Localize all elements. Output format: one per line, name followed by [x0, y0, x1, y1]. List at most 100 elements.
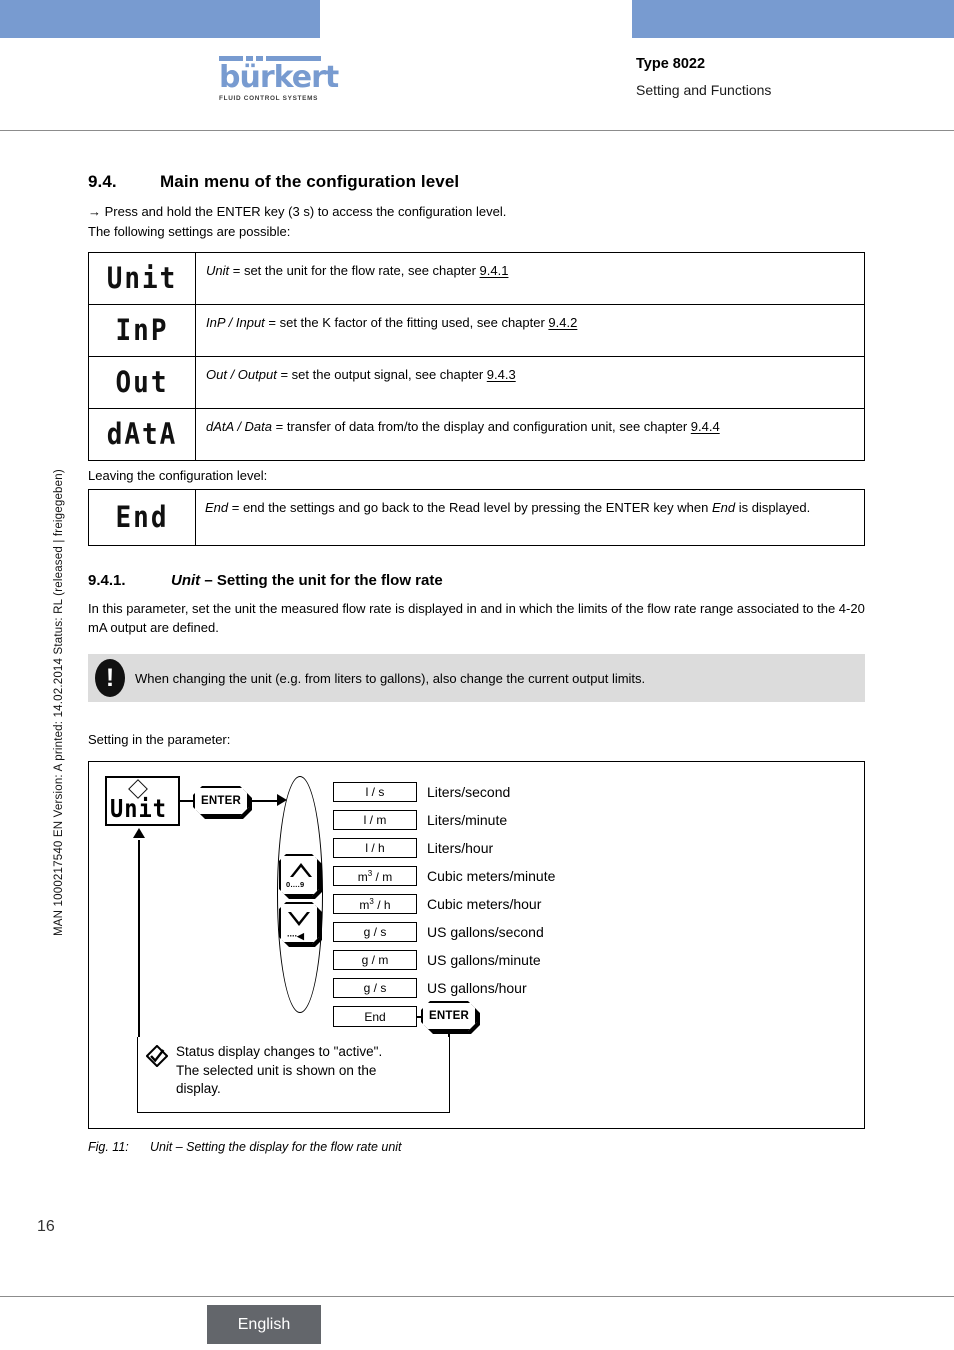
leaving-level-label: Leaving the configuration level:	[88, 468, 268, 483]
description-cell-inp: InP / Input = set the K factor of the fi…	[195, 304, 865, 357]
lcd-cell-inp: InP	[88, 304, 196, 357]
chapter-xref[interactable]: 9.4.1	[480, 263, 509, 278]
subsection-paragraph: In this parameter, set the unit the meas…	[88, 601, 865, 635]
unit-code: g / s	[363, 981, 387, 995]
setting-parameter-label: Setting in the parameter:	[88, 732, 231, 747]
status-line-2: The selected unit is shown on the	[176, 1062, 377, 1078]
lcd-cell-unit: Unit	[88, 252, 196, 305]
lcd-display-text: Unit	[110, 795, 167, 824]
lcd-display-box: Unit	[105, 776, 180, 826]
unit-label-6: US gallons/minute	[427, 952, 541, 968]
page-number: 16	[37, 1218, 55, 1235]
unit-sup: 3	[369, 896, 374, 906]
description-cell-data: dAtA / Data = transfer of data from/to t…	[195, 408, 865, 461]
menu-desc: = transfer of data from/to the display a…	[272, 419, 691, 434]
enter-button-bottom[interactable]: ENTER	[421, 1001, 477, 1031]
lcd-cell-data: dAtA	[88, 408, 196, 461]
unit-code: l / m	[363, 813, 387, 827]
enter-button-top[interactable]: ENTER	[193, 786, 249, 816]
figure-caption: Fig. 11: Unit – Setting the display for t…	[88, 1140, 874, 1154]
section-number: 9.4.	[88, 172, 117, 191]
table-row: Out Out / Output = set the output signal…	[88, 356, 865, 409]
section-intro-line1: → Press and hold the ENTER key (3 s) to …	[88, 204, 507, 219]
language-badge: English	[207, 1305, 321, 1344]
lcd-text: End	[115, 500, 169, 535]
unit-code: g / s	[363, 925, 387, 939]
section-heading: 9.4. Main menu of the configuration level	[88, 172, 874, 192]
note-text: When changing the unit (e.g. from liters…	[135, 670, 646, 686]
figure-caption-text: Unit – Setting the display for the flow …	[150, 1140, 402, 1154]
arrow-up-icon	[133, 828, 145, 838]
note-box: ! When changing the unit (e.g. from lite…	[88, 654, 865, 702]
nav-up-label: 0....9	[286, 880, 305, 889]
menu-desc: = set the output signal, see chapter	[276, 367, 487, 382]
figure-caption-label: Fig. 11:	[88, 1140, 129, 1154]
menu-desc-end: is displayed.	[735, 500, 811, 515]
subsection-number: 9.4.1.	[88, 572, 126, 589]
description-cell-end: End = end the settings and go back to th…	[195, 489, 865, 546]
document-page: bürkert FLUID CONTROL SYSTEMS Type 8022 …	[0, 0, 954, 1350]
description-cell-out: Out / Output = set the output signal, se…	[195, 356, 865, 409]
menu-term-2: End	[711, 500, 736, 515]
figure-diagram: Unit ENTER 0....9 ····◀ l / s Liters/sec…	[88, 761, 865, 1129]
table-row: dAtA dAtA / Data = transfer of data from…	[88, 408, 865, 461]
unit-label-0: Liters/second	[427, 784, 511, 800]
status-note-box: Status display changes to "active". The …	[137, 1037, 450, 1113]
subsection-heading: 9.4.1. Unit – Setting the unit for the fl…	[88, 572, 874, 589]
unit-sup: 3	[367, 868, 373, 878]
end-menu-table: End End = end the settings and go back t…	[88, 489, 865, 546]
description-cell-unit: Unit = set the unit for the flow rate, s…	[195, 252, 865, 305]
sidebar-document-reference: MAN 1000217540 EN Version: A printed: 14…	[53, 469, 65, 936]
configuration-menu-table: Unit Unit = set the unit for the flow ra…	[88, 252, 865, 461]
unit-box-0[interactable]: l / s	[333, 782, 417, 802]
unit-box-1[interactable]: l / m	[333, 810, 417, 830]
unit-box-7[interactable]: g / s	[333, 978, 417, 998]
unit-code: g / m	[361, 953, 389, 967]
unit-code: l / h	[365, 841, 385, 855]
nav-up-key[interactable]: 0....9	[279, 854, 319, 896]
exclamation-icon: !	[93, 658, 127, 698]
connector-line	[180, 800, 195, 803]
unit-box-5[interactable]: g / s	[333, 922, 417, 942]
check-diamond-icon	[146, 1045, 168, 1067]
unit-code: l / s	[365, 785, 385, 799]
subsection-title-rest: – Setting the unit for the flow rate	[200, 572, 443, 589]
menu-desc: = end the settings and go back to the Re…	[228, 500, 712, 515]
lcd-text: Out	[115, 365, 169, 400]
lcd-cell-end: End	[88, 489, 196, 546]
unit-label-4: Cubic meters/hour	[427, 896, 542, 912]
nav-down-key[interactable]: ····◀	[279, 902, 319, 944]
subsection-title-italic: Unit	[171, 572, 201, 589]
menu-term: Out / Output	[206, 367, 277, 382]
unit-label-1: Liters/minute	[427, 812, 508, 828]
unit-label-3: Cubic meters/minute	[427, 868, 556, 884]
end-box[interactable]: End	[333, 1006, 417, 1027]
status-note-text: Status display changes to "active". The …	[176, 1043, 444, 1099]
status-line-1: Status display changes to "active".	[176, 1044, 383, 1059]
nav-down-label: ····◀	[287, 931, 304, 941]
section-intro-line2: The following settings are possible:	[88, 224, 291, 239]
section-title: Main menu of the configuration level	[160, 172, 460, 191]
table-row: End End = end the settings and go back t…	[88, 489, 865, 546]
unit-label-5: US gallons/second	[427, 924, 544, 940]
menu-term: dAtA / Data	[206, 419, 272, 434]
chapter-xref[interactable]: 9.4.4	[691, 419, 720, 434]
unit-box-3[interactable]: m3 / m	[333, 866, 417, 886]
unit-box-2[interactable]: l / h	[333, 838, 417, 858]
table-row: Unit Unit = set the unit for the flow ra…	[88, 252, 865, 305]
lcd-text: Unit	[106, 261, 178, 296]
main-content: 9.4. Main menu of the configuration level…	[88, 0, 874, 1154]
lcd-text: InP	[115, 313, 169, 348]
status-line-3: display.	[176, 1081, 221, 1096]
menu-term: Unit	[206, 263, 230, 278]
unit-label-7: US gallons/hour	[427, 980, 527, 996]
menu-desc: = set the K factor of the fitting used, …	[264, 315, 549, 330]
menu-desc: = set the unit for the flow rate, see ch…	[229, 263, 480, 278]
unit-box-6[interactable]: g / m	[333, 950, 417, 970]
menu-term: InP / Input	[206, 315, 265, 330]
chapter-xref[interactable]: 9.4.3	[487, 367, 516, 382]
menu-term: End	[205, 500, 229, 515]
chapter-xref[interactable]: 9.4.2	[548, 315, 577, 330]
lcd-cell-out: Out	[88, 356, 196, 409]
unit-box-4[interactable]: m3 / h	[333, 894, 417, 914]
